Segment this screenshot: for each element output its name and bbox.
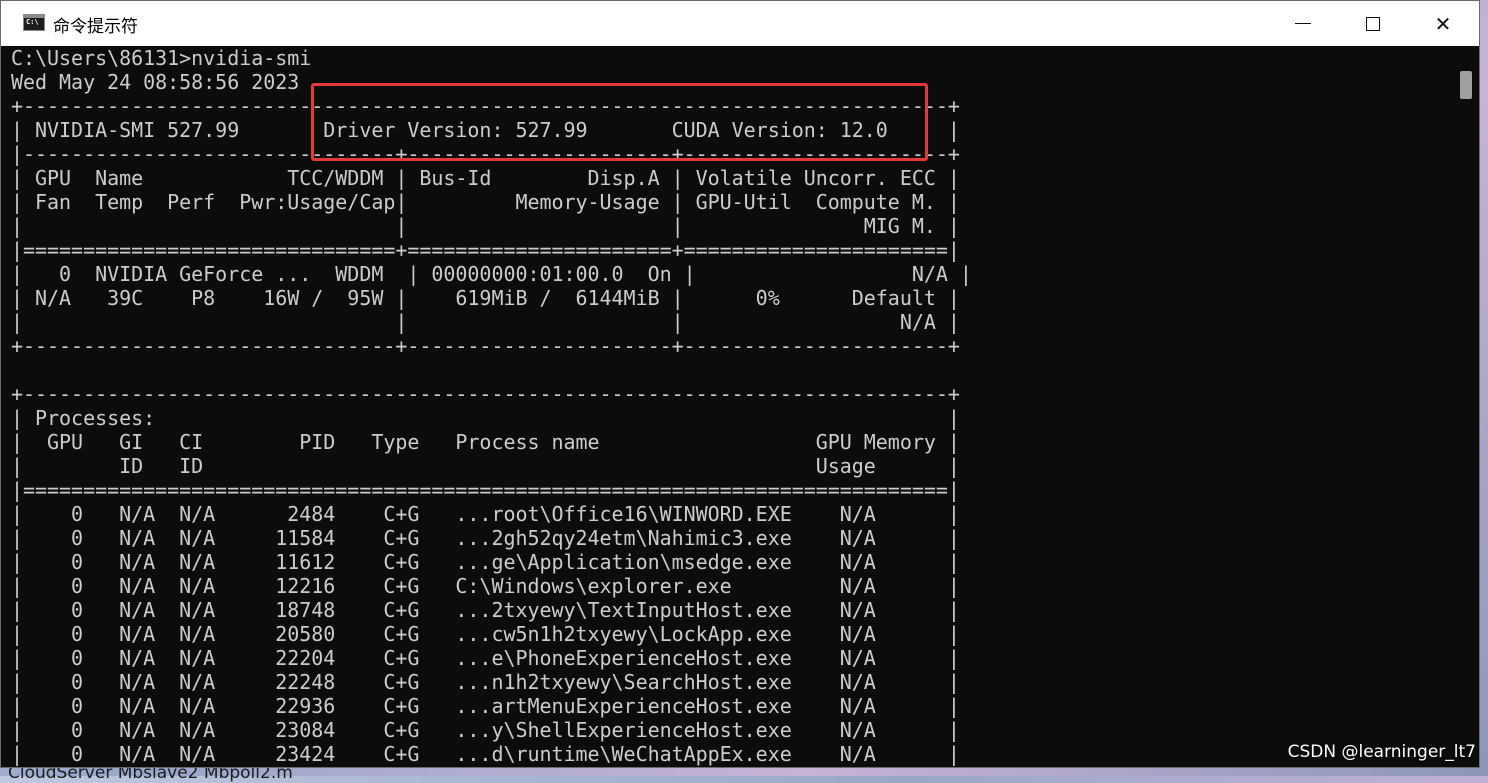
minimize-button[interactable] xyxy=(1268,1,1338,46)
terminal-line: | | | N/A | xyxy=(11,310,960,334)
terminal-line: | 0 N/A N/A 23084 C+G ...y\ShellExperien… xyxy=(11,718,960,742)
close-button[interactable]: ✕ xyxy=(1408,1,1478,46)
maximize-icon xyxy=(1366,16,1380,31)
terminal-line: | 0 N/A N/A 22936 C+G ...artMenuExperien… xyxy=(11,694,960,718)
terminal-line: | GPU GI CI PID Type Process name GPU Me… xyxy=(11,430,960,454)
close-icon: ✕ xyxy=(1434,11,1452,36)
terminal-line: | 0 N/A N/A 18748 C+G ...2txyewy\TextInp… xyxy=(11,598,960,622)
csdn-watermark: CSDN @learninger_lt7 xyxy=(1287,742,1476,762)
window-title: 命令提示符 xyxy=(53,17,138,37)
minimize-icon xyxy=(1295,23,1311,24)
terminal-line: |=======================================… xyxy=(11,478,960,502)
terminal-line: | 0 N/A N/A 22204 C+G ...e\PhoneExperien… xyxy=(11,646,960,670)
terminal-line: | Fan Temp Perf Pwr:Usage/Cap| Memory-Us… xyxy=(11,190,960,214)
maximize-button[interactable] xyxy=(1338,1,1408,46)
terminal-line: Wed May 24 08:58:56 2023 xyxy=(11,70,300,94)
cmd-icon: C:\ xyxy=(23,14,45,31)
terminal-line: |===============================+=======… xyxy=(11,238,960,262)
terminal-line: | ID ID Usage | xyxy=(11,454,960,478)
terminal-line: +---------------------------------------… xyxy=(11,382,960,406)
terminal-line: | N/A 39C P8 16W / 95W | 619MiB / 6144Mi… xyxy=(11,286,960,310)
scrollbar-thumb[interactable] xyxy=(1460,71,1472,99)
terminal-line: | 0 NVIDIA GeForce ... WDDM | 00000000:0… xyxy=(11,262,972,286)
title-bar[interactable]: C:\ 命令提示符 ✕ xyxy=(1,1,1479,46)
terminal-line: | 0 N/A N/A 23424 C+G ...d\runtime\WeCha… xyxy=(11,742,960,766)
command-prompt-window: C:\ 命令提示符 ✕ C:\Users\86131>nvidia-smi We… xyxy=(0,0,1480,768)
terminal-line: +-------------------------------+-------… xyxy=(11,334,960,358)
terminal-line: | 0 N/A N/A 2484 C+G ...root\Office16\WI… xyxy=(11,502,960,526)
terminal-line: | 0 N/A N/A 11612 C+G ...ge\Application\… xyxy=(11,550,960,574)
terminal-line: C:\Users\86131>nvidia-smi xyxy=(11,46,312,70)
terminal-line: | Processes: | xyxy=(11,406,960,430)
terminal-line: | 0 N/A N/A 11584 C+G ...2gh52qy24etm\Na… xyxy=(11,526,960,550)
terminal-line: | 0 N/A N/A 22248 C+G ...n1h2txyewy\Sear… xyxy=(11,670,960,694)
red-highlight-box xyxy=(311,83,928,161)
terminal-line: | | | MIG M. | xyxy=(11,214,960,238)
terminal-line: | 0 N/A N/A 20580 C+G ...cw5n1h2txyewy\L… xyxy=(11,622,960,646)
terminal-line: | 0 N/A N/A 12216 C+G C:\Windows\explore… xyxy=(11,574,960,598)
terminal-line: | GPU Name TCC/WDDM | Bus-Id Disp.A | Vo… xyxy=(11,166,960,190)
vertical-scrollbar[interactable] xyxy=(1453,46,1479,767)
